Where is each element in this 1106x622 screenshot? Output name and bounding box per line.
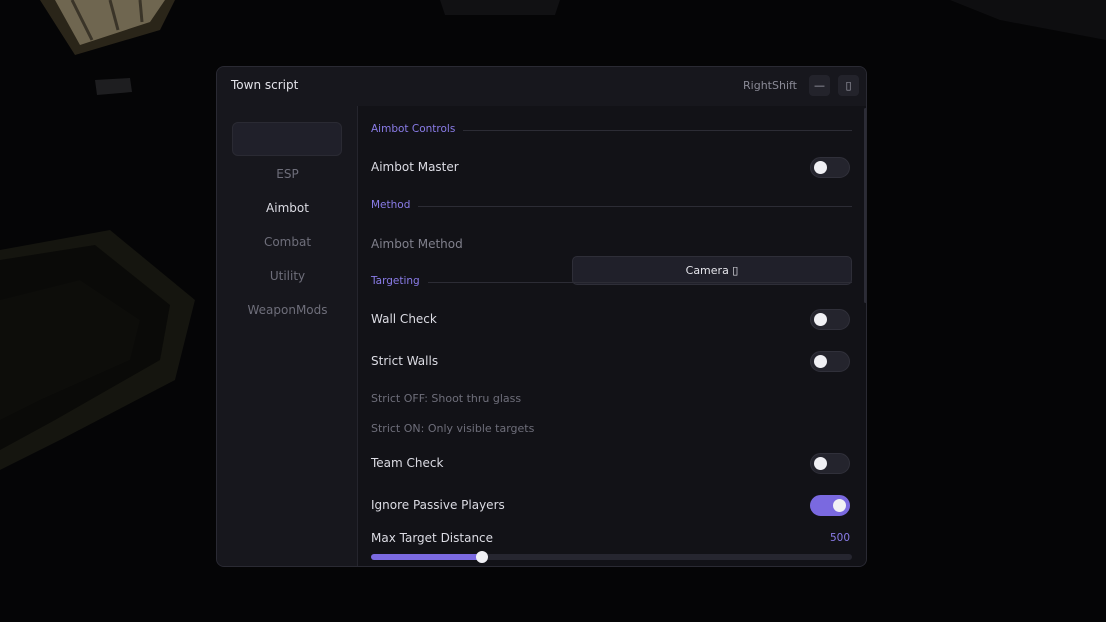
close-button[interactable]: ▯	[838, 75, 859, 96]
strict-on-hint: Strict ON: Only visible targets	[371, 422, 535, 435]
max-distance-value: 500	[829, 532, 850, 544]
section-method: Method	[371, 199, 852, 213]
sidebar: ESP Aimbot Combat Utility WeaponMods	[217, 106, 358, 566]
slider-thumb[interactable]	[475, 551, 488, 563]
strict-walls-label: Strict Walls	[371, 354, 439, 368]
max-distance-label: Max Target Distance	[371, 531, 494, 545]
section-title: Method	[371, 199, 419, 211]
ignore-passive-toggle[interactable]	[810, 495, 850, 516]
sidebar-item-aimbot[interactable]: Aimbot	[217, 201, 358, 215]
toggle-knob	[814, 457, 827, 470]
sidebar-search-box[interactable]	[232, 122, 342, 156]
minimize-button[interactable]: —	[809, 75, 830, 96]
panel-scrollbar[interactable]	[864, 108, 866, 303]
toggle-keybind-label: RightShift	[743, 79, 797, 92]
toggle-knob	[833, 499, 846, 512]
slider-fill	[371, 554, 482, 560]
wall-check-toggle[interactable]	[810, 309, 850, 330]
aimbot-master-label: Aimbot Master	[371, 160, 459, 174]
close-icon: ▯	[845, 79, 852, 92]
title-bar[interactable]: Town script RightShift — ▯	[217, 67, 866, 106]
toggle-knob	[814, 161, 827, 174]
section-title: Targeting	[371, 275, 428, 287]
sidebar-item-esp[interactable]: ESP	[217, 167, 358, 181]
aimbot-method-label: Aimbot Method	[371, 237, 463, 251]
section-targeting: Targeting	[371, 275, 852, 289]
section-title: Aimbot Controls	[371, 123, 464, 135]
script-window: Town script RightShift — ▯ ESP Aimbot Co…	[216, 66, 867, 567]
sidebar-item-utility[interactable]: Utility	[217, 269, 358, 283]
section-aimbot-controls: Aimbot Controls	[371, 123, 852, 137]
team-check-toggle[interactable]	[810, 453, 850, 474]
section-divider	[371, 282, 852, 283]
toggle-knob	[814, 355, 827, 368]
aimbot-master-toggle[interactable]	[810, 157, 850, 178]
sidebar-item-weaponmods[interactable]: WeaponMods	[217, 303, 358, 317]
max-distance-slider[interactable]	[371, 551, 852, 563]
minimize-icon: —	[814, 79, 825, 92]
strict-off-hint: Strict OFF: Shoot thru glass	[371, 392, 522, 405]
team-check-label: Team Check	[371, 456, 444, 470]
window-title: Town script	[231, 78, 299, 92]
aimbot-panel: Aimbot Controls Aimbot Master Method Aim…	[358, 106, 866, 566]
wall-check-label: Wall Check	[371, 312, 437, 326]
ignore-passive-label: Ignore Passive Players	[371, 498, 505, 512]
sidebar-item-combat[interactable]: Combat	[217, 235, 358, 249]
section-divider	[371, 206, 852, 207]
strict-walls-toggle[interactable]	[810, 351, 850, 372]
toggle-knob	[814, 313, 827, 326]
